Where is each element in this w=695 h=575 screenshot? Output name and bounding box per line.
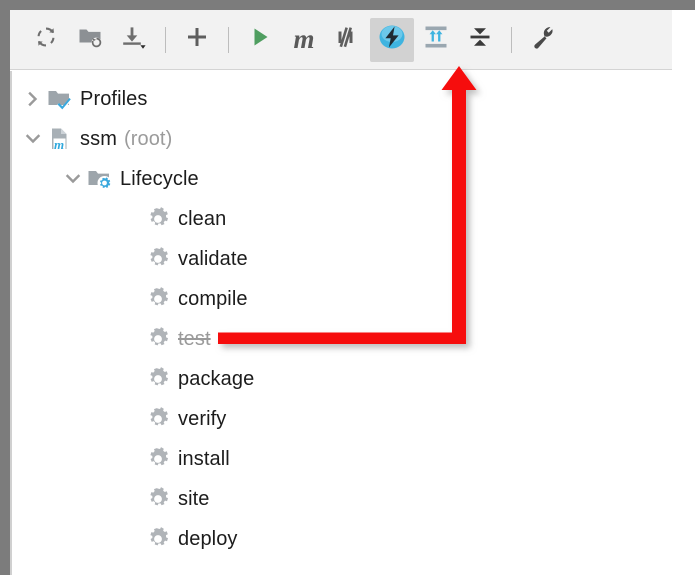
toolbar-separator-3 (511, 26, 512, 53)
tree-node-package[interactable]: package (144, 359, 254, 399)
reload-all-maven-projects-button[interactable] (24, 18, 68, 62)
tree-node-label: install (178, 447, 230, 470)
tree-node-label: Profiles (80, 87, 148, 110)
maven-toolbar: m (10, 10, 672, 70)
lifecycle-folder-gear-icon (86, 159, 114, 199)
tree-node-label: site (178, 487, 210, 510)
goal-gear-icon (144, 199, 172, 239)
tree-node-compile[interactable]: compile (144, 279, 248, 319)
tree-node-label: validate (178, 247, 248, 270)
tree-node-label: test (178, 327, 211, 350)
collapse-all-icon (466, 23, 494, 56)
tree-node-label: package (178, 367, 255, 390)
generate-sources-button[interactable] (68, 18, 112, 62)
tree-node-label: compile (178, 287, 248, 310)
skip-tests-lightning-icon (377, 22, 407, 57)
tree-node-site[interactable]: site (144, 479, 210, 519)
refresh-icon (33, 24, 59, 55)
collapse-all-button[interactable] (458, 18, 502, 62)
toolbar-separator-1 (165, 26, 166, 53)
svg-text:m: m (54, 137, 64, 152)
maven-projects-tree: Profiles m ssm (root) Lifecycle clean va… (10, 71, 695, 575)
run-maven-build-button[interactable] (238, 18, 282, 62)
download-dropdown-icon (120, 24, 148, 55)
maven-settings-button[interactable] (521, 18, 565, 62)
maven-m-icon: m (293, 24, 315, 54)
tree-node-label: deploy (178, 527, 238, 550)
tree-node-ssm[interactable]: m ssm (root) (20, 119, 172, 159)
goal-gear-icon (144, 319, 172, 359)
maven-project-icon: m (46, 119, 74, 159)
execute-maven-goal-button[interactable]: m (282, 18, 326, 62)
goal-gear-icon (144, 279, 172, 319)
goal-gear-icon (144, 399, 172, 439)
goal-gear-icon (144, 439, 172, 479)
wrench-icon (529, 23, 557, 56)
expand-all-icon (422, 23, 450, 56)
tree-node-deploy[interactable]: deploy (144, 519, 238, 559)
goal-gear-icon (144, 519, 172, 559)
play-icon (247, 24, 273, 55)
chevron-right-icon[interactable] (20, 79, 46, 119)
chevron-down-icon[interactable] (60, 159, 86, 199)
maven-tool-window: m Profiles m ssm (root) Lifecycle clean … (0, 0, 695, 575)
tree-node-verify[interactable]: verify (144, 399, 226, 439)
tree-node-suffix: (root) (123, 127, 173, 150)
toolbar-separator-2 (228, 26, 229, 53)
chevron-down-icon[interactable] (20, 119, 46, 159)
tree-node-clean[interactable]: clean (144, 199, 226, 239)
tree-node-validate[interactable]: validate (144, 239, 248, 279)
tree-node-install[interactable]: install (144, 439, 230, 479)
expand-all-button[interactable] (414, 18, 458, 62)
plus-icon (184, 24, 210, 55)
toggle-offline-mode-button[interactable] (326, 18, 370, 62)
toggle-skip-tests-button[interactable] (370, 17, 414, 62)
offline-mode-icon (333, 24, 363, 55)
tree-node-label: ssm (80, 127, 117, 150)
tree-node-test[interactable]: test (144, 319, 211, 359)
folder-refresh-icon (77, 24, 103, 55)
profiles-folder-check-icon (46, 79, 74, 119)
tree-node-profiles[interactable]: Profiles (20, 79, 148, 119)
tree-node-lifecycle[interactable]: Lifecycle (60, 159, 199, 199)
download-sources-button[interactable] (112, 18, 156, 62)
window-frame-left (0, 0, 10, 575)
window-frame-top (0, 0, 695, 10)
tree-node-label: clean (178, 207, 227, 230)
add-maven-project-button[interactable] (175, 18, 219, 62)
goal-gear-icon (144, 239, 172, 279)
tree-node-label: Lifecycle (120, 167, 199, 190)
goal-gear-icon (144, 479, 172, 519)
tree-node-label: verify (178, 407, 227, 430)
goal-gear-icon (144, 359, 172, 399)
